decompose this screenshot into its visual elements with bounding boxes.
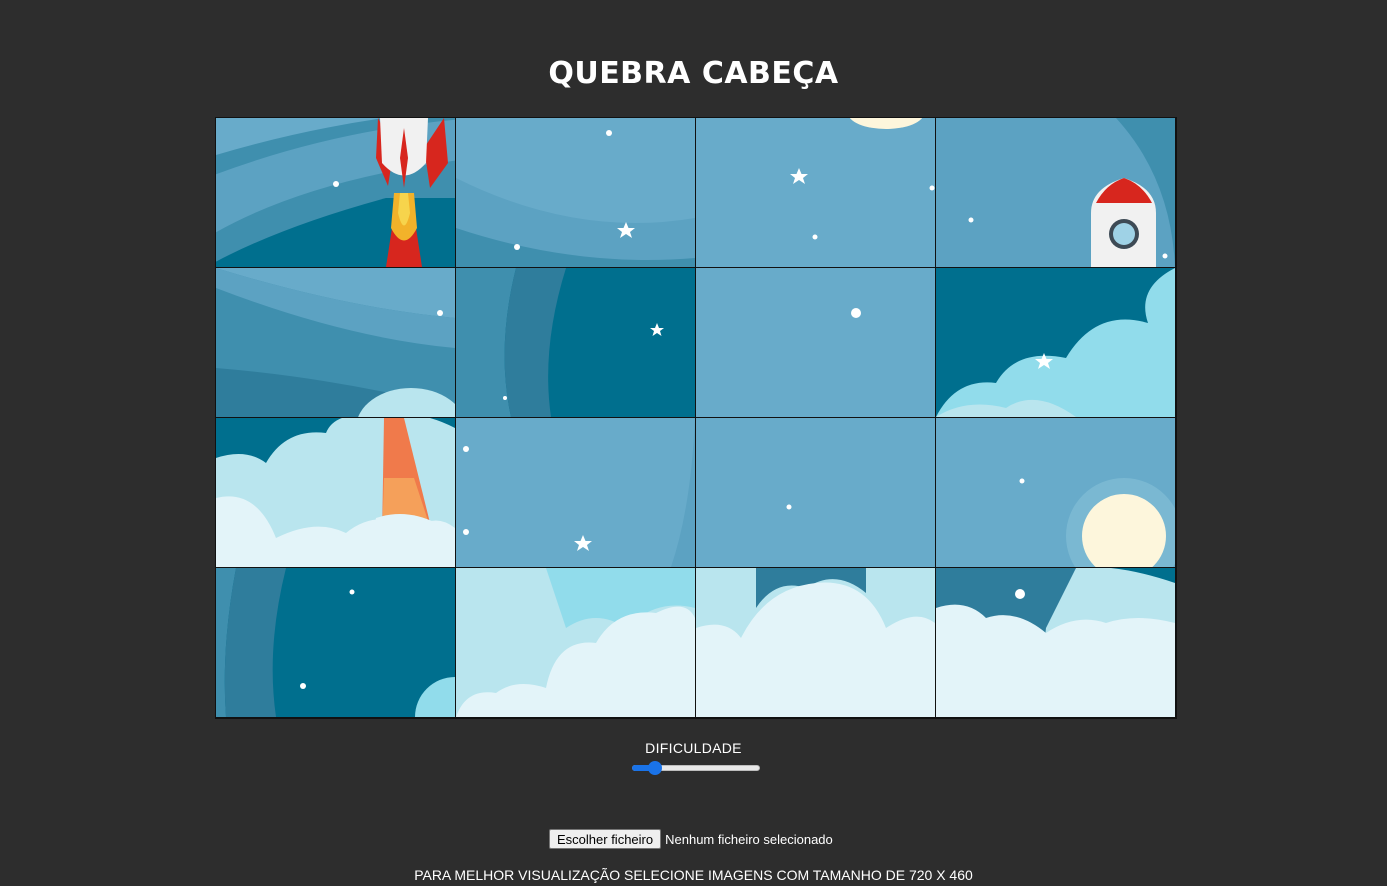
choose-file-button[interactable]: Escolher ficheiro (549, 829, 662, 849)
tile-sky-sun-top[interactable] (696, 118, 935, 267)
tile-sky-dot[interactable] (696, 418, 935, 567)
image-size-hint: PARA MELHOR VISUALIZAÇÃO SELECIONE IMAGE… (414, 867, 973, 883)
tile-clouds-right[interactable] (936, 568, 1175, 717)
tile-sky-sun[interactable] (936, 418, 1175, 567)
tile-sky-stars[interactable] (456, 118, 695, 267)
tile-rocket-exhaust-clouds[interactable] (216, 418, 455, 567)
difficulty-slider[interactable] (632, 761, 760, 775)
difficulty-label: DIFICULDADE (645, 740, 742, 756)
page-title: QUEBRA CABEÇA (548, 56, 839, 91)
tile-sky-cloud-star[interactable] (936, 268, 1175, 417)
tile-sky-dark-dots[interactable] (216, 568, 455, 717)
file-input: Escolher ficheiro Nenhum ficheiro seleci… (549, 828, 833, 850)
tile-clouds-left[interactable] (456, 568, 695, 717)
tile-rocket-top[interactable] (216, 118, 455, 267)
tile-sky-dots-star[interactable] (456, 418, 695, 567)
tile-sky-plain[interactable] (696, 268, 935, 417)
tile-sky-dark-star[interactable] (456, 268, 695, 417)
slider-thumb[interactable] (648, 761, 662, 775)
tile-rocket-window[interactable] (936, 118, 1175, 267)
file-status-text: Nenhum ficheiro selecionado (665, 831, 833, 847)
tile-clouds-middle[interactable] (696, 568, 935, 717)
tile-sky-curves[interactable] (216, 268, 455, 417)
puzzle-board (215, 117, 1177, 719)
